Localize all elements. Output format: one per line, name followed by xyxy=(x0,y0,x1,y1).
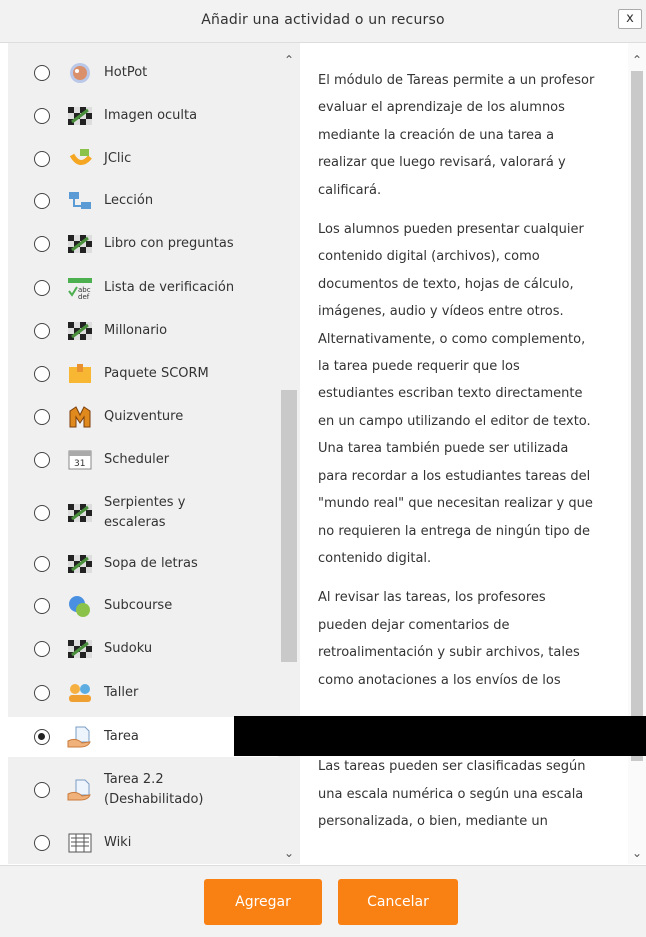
activity-radio[interactable] xyxy=(34,556,50,572)
redaction-bar xyxy=(234,716,646,756)
checklist-icon: abc def xyxy=(66,276,94,301)
lesson-icon xyxy=(66,189,94,213)
activity-label: Libro con preguntas xyxy=(104,236,234,251)
activity-label: Tarea 2.2 (Deshabilitado) xyxy=(104,772,204,807)
activity-item[interactable]: Sudoku xyxy=(8,636,300,662)
activity-item[interactable]: Imagen oculta xyxy=(8,103,300,129)
activity-label: Lista de verificación xyxy=(104,280,235,295)
activity-radio[interactable] xyxy=(34,729,50,745)
activity-item[interactable]: JClic xyxy=(8,146,300,172)
activity-label: HotPot xyxy=(104,65,148,80)
activity-label: Tarea xyxy=(104,729,139,744)
activity-radio[interactable] xyxy=(34,280,50,296)
workshop-icon xyxy=(66,681,94,705)
activity-item[interactable]: Quizventure xyxy=(8,404,300,430)
activity-label: Scheduler xyxy=(104,452,170,467)
activity-radio[interactable] xyxy=(34,193,50,209)
activity-label: Quizventure xyxy=(104,409,184,424)
dialog-footer: Agregar Cancelar xyxy=(0,865,646,937)
activity-radio[interactable] xyxy=(34,685,50,701)
wiki-icon xyxy=(66,831,94,855)
activity-label: Paquete SCORM xyxy=(104,366,209,381)
quizventure-icon xyxy=(66,405,94,429)
activity-label: Imagen oculta xyxy=(104,108,198,123)
activity-label: JClic xyxy=(104,151,132,166)
activity-label: Taller xyxy=(104,685,139,700)
activity-radio[interactable] xyxy=(34,409,50,425)
activity-radio[interactable] xyxy=(34,236,50,252)
dialog-title: Añadir una actividad o un recurso xyxy=(201,12,445,28)
add-activity-dialog: Añadir una actividad o un recurso x HotP… xyxy=(0,0,646,937)
activity-radio[interactable] xyxy=(34,108,50,124)
calendar-icon: 31 xyxy=(66,448,94,472)
activity-item[interactable]: abc def Lista de verificación xyxy=(8,275,300,301)
description-paragraph-3: Al revisar las tareas, los profesores pu… xyxy=(318,590,580,688)
description-paragraph-2: Los alumnos pueden presentar cualquier c… xyxy=(318,222,593,566)
scrollbar-thumb[interactable] xyxy=(631,71,643,761)
activity-radio[interactable] xyxy=(34,452,50,468)
scroll-down-icon[interactable]: ⌄ xyxy=(631,847,643,859)
activity-radio[interactable] xyxy=(34,782,50,798)
dialog-titlebar: Añadir una actividad o un recurso x xyxy=(0,0,646,43)
jclic-icon xyxy=(66,147,94,171)
game-icon xyxy=(66,319,94,343)
activity-label: Millonario xyxy=(104,323,168,338)
activity-radio[interactable] xyxy=(34,835,50,851)
activity-radio[interactable] xyxy=(34,323,50,339)
activity-item[interactable]: HotPot xyxy=(8,60,300,86)
activity-label: Sopa de letras xyxy=(104,556,198,571)
activity-item[interactable]: Sopa de letras xyxy=(8,551,300,577)
scroll-up-icon[interactable]: ⌃ xyxy=(283,54,295,66)
cancel-button[interactable]: Cancelar xyxy=(338,879,458,925)
assignment-icon xyxy=(66,778,94,802)
activity-label: Wiki xyxy=(104,835,132,850)
description-paragraph-1: El módulo de Tareas permite a un profeso… xyxy=(318,73,595,198)
activity-label: Lección xyxy=(104,193,154,208)
activity-item[interactable]: Paquete SCORM xyxy=(8,361,300,387)
game-icon xyxy=(66,104,94,128)
assignment-icon xyxy=(66,725,94,749)
activity-item[interactable]: Tarea 2.2 (Deshabilitado) xyxy=(8,768,300,812)
scroll-up-icon[interactable]: ⌃ xyxy=(631,54,643,66)
game-icon xyxy=(66,637,94,661)
activity-item[interactable]: Wiki xyxy=(8,830,300,856)
activity-radio[interactable] xyxy=(34,641,50,657)
activity-label: Subcourse xyxy=(104,598,173,613)
close-icon[interactable]: x xyxy=(618,9,642,29)
game-icon xyxy=(66,552,94,576)
add-button[interactable]: Agregar xyxy=(204,879,322,925)
activity-label: Serpientes y escaleras xyxy=(104,495,186,530)
svg-text:31: 31 xyxy=(74,459,85,469)
scrollbar-thumb[interactable] xyxy=(281,390,297,662)
hotpot-icon xyxy=(66,61,94,85)
activity-item[interactable]: Taller xyxy=(8,680,300,706)
activity-item[interactable]: Millonario xyxy=(8,318,300,344)
activity-radio[interactable] xyxy=(34,65,50,81)
scroll-down-icon[interactable]: ⌄ xyxy=(283,847,295,859)
activity-item[interactable]: Lección xyxy=(8,188,300,214)
activity-radio[interactable] xyxy=(34,151,50,167)
svg-text:def: def xyxy=(78,293,90,300)
activity-radio[interactable] xyxy=(34,505,50,521)
activity-radio[interactable] xyxy=(34,366,50,382)
activity-item[interactable]: Subcourse xyxy=(8,593,300,619)
activity-item[interactable]: Serpientes y escaleras xyxy=(8,491,300,535)
subcourse-icon xyxy=(66,594,94,618)
activity-item[interactable]: Libro con preguntas xyxy=(8,231,300,257)
activity-radio[interactable] xyxy=(34,598,50,614)
activity-item[interactable]: 31 Scheduler xyxy=(8,447,300,473)
scorm-icon xyxy=(66,362,94,386)
game-icon xyxy=(66,501,94,525)
game-icon xyxy=(66,232,94,256)
activity-label: Sudoku xyxy=(104,641,153,656)
